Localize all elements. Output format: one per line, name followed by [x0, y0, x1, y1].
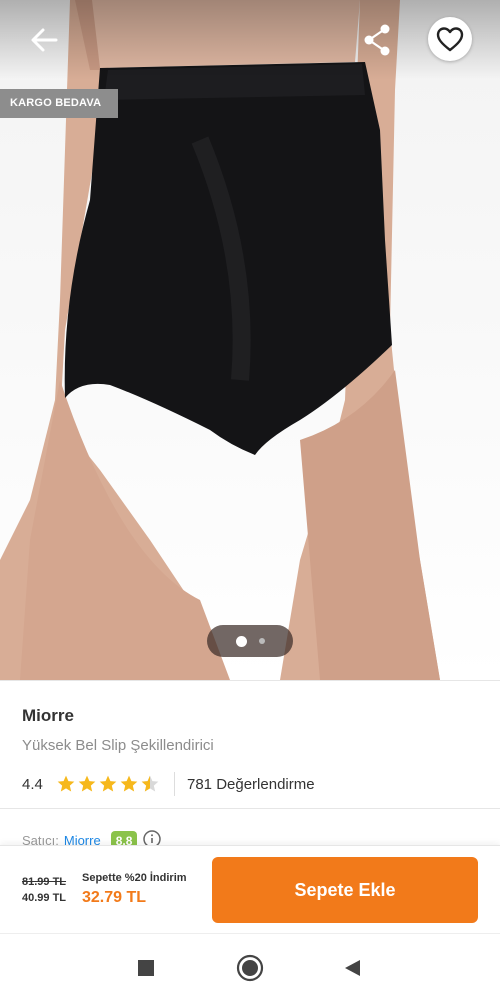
- pager-dot-2[interactable]: [258, 638, 265, 644]
- back-triangle-icon: [345, 960, 360, 976]
- star-half-icon: [141, 775, 159, 792]
- back-arrow-icon: [31, 28, 58, 52]
- add-to-cart-button[interactable]: Sepete Ekle: [212, 857, 478, 923]
- brand-name[interactable]: Miorre: [22, 706, 74, 726]
- share-button[interactable]: [356, 20, 400, 60]
- purchase-bar: 81.99 TL 40.99 TL Sepette %20 İndirim 32…: [0, 845, 500, 934]
- review-count[interactable]: 781 Değerlendirme: [187, 776, 315, 793]
- star-icon: [57, 775, 75, 792]
- top-gradient: [0, 0, 500, 80]
- divider: [0, 680, 500, 681]
- star-icon: [120, 775, 138, 792]
- share-icon: [364, 24, 390, 56]
- product-image-gallery[interactable]: KARGO BEDAVA: [0, 0, 500, 680]
- product-name: Yüksek Bel Slip Şekillendirici: [22, 737, 214, 754]
- old-price: 81.99 TL: [22, 876, 67, 888]
- star-icon: [78, 775, 96, 792]
- free-shipping-badge: KARGO BEDAVA: [0, 89, 118, 118]
- current-price: 40.99 TL: [22, 892, 67, 904]
- back-button[interactable]: [22, 20, 66, 60]
- star-icon: [99, 775, 117, 792]
- rating-row[interactable]: 4.4 781 Değerlendirme: [22, 772, 315, 796]
- divider: [174, 772, 175, 796]
- heart-icon: [436, 27, 464, 52]
- discounted-price: 32.79 TL: [82, 889, 147, 906]
- system-back-button[interactable]: [338, 954, 366, 982]
- gallery-pager: [207, 625, 293, 657]
- system-navigation-bar: [0, 933, 500, 1001]
- home-button[interactable]: [236, 954, 264, 982]
- recent-apps-button[interactable]: [132, 954, 160, 982]
- square-nav-icon: [138, 960, 154, 976]
- rating-score: 4.4: [22, 775, 43, 793]
- divider: [0, 808, 500, 809]
- home-circle-icon: [236, 954, 264, 982]
- basket-discount-label: Sepette %20 İndirim: [82, 872, 187, 884]
- star-rating: [56, 774, 160, 794]
- favorite-button[interactable]: [428, 17, 472, 61]
- pager-dot-1[interactable]: [235, 635, 247, 647]
